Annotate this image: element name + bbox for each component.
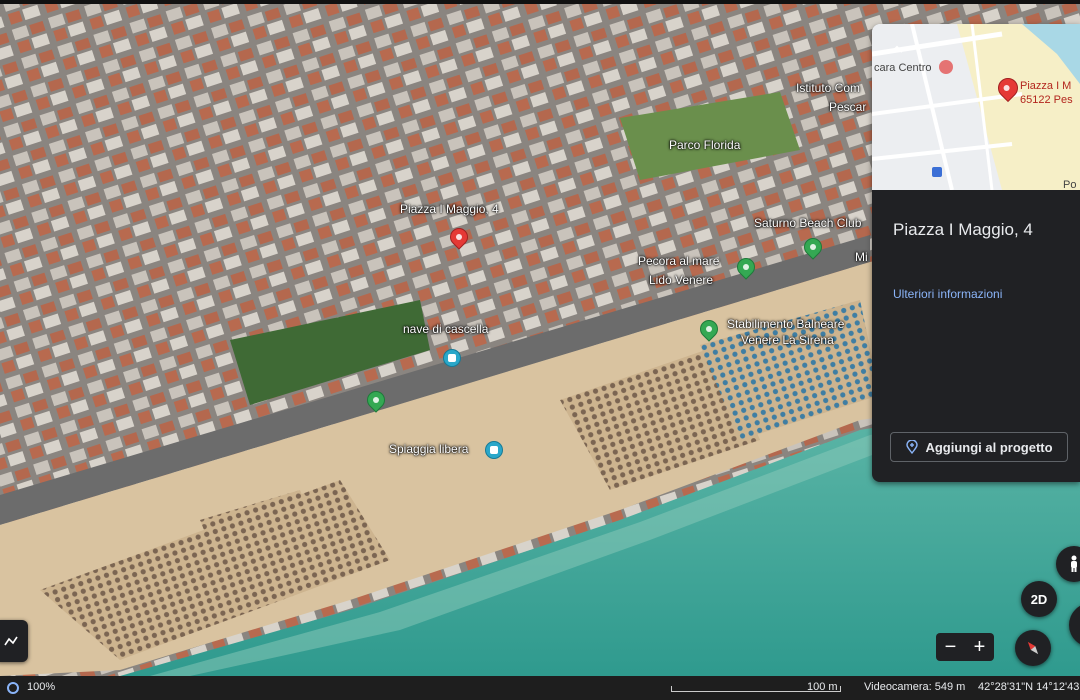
zoom-in-button[interactable]: + xyxy=(974,636,986,659)
loading-ring-icon xyxy=(7,682,19,694)
view-2d-button[interactable]: 2D xyxy=(1021,581,1057,617)
minimap-label-centro: cara Centro xyxy=(874,62,932,74)
loading-percent: 100% xyxy=(27,681,56,693)
more-info-link[interactable]: Ulteriori informazioni xyxy=(893,287,1002,301)
add-place-icon xyxy=(906,440,919,454)
scale-label: 100 m xyxy=(807,681,838,693)
label-piazza[interactable]: Piazza I Maggio, 4 xyxy=(400,202,499,216)
minimap-label-cap: 65122 Pes xyxy=(1020,94,1073,106)
monument-pin-icon[interactable] xyxy=(443,349,461,367)
info-panel: cara Centro Piazza I M 65122 Pes Po Piaz… xyxy=(872,24,1080,482)
add-to-project-button[interactable]: Aggiungi al progetto xyxy=(890,432,1068,462)
label-stabilimento[interactable]: Stabilimento Balneare xyxy=(727,317,844,331)
label-venere-sirena[interactable]: Venere La Sirena xyxy=(741,333,834,347)
place-title: Piazza I Maggio, 4 xyxy=(893,220,1033,239)
label-pecora[interactable]: Pecora al mare xyxy=(638,254,719,268)
minimap-label-po: Po xyxy=(1063,179,1077,190)
label-saturno[interactable]: Saturno Beach Club xyxy=(754,216,861,230)
label-lido-venere[interactable]: Lido Venere xyxy=(649,273,713,287)
add-to-project-label: Aggiungi al progetto xyxy=(925,439,1053,455)
compass-icon xyxy=(1027,641,1039,655)
label-mi: Mi xyxy=(855,250,868,264)
minimap-transit-icon xyxy=(939,60,953,74)
minimap[interactable]: cara Centro Piazza I M 65122 Pes Po xyxy=(872,24,1080,190)
compass-button[interactable] xyxy=(1015,630,1051,666)
coordinates: 42°28'31"N 14°12'43 xyxy=(978,681,1080,693)
label-pescara: Pescar xyxy=(829,100,867,114)
beach-pin-icon[interactable] xyxy=(485,441,503,459)
camera-altitude: Videocamera: 549 m xyxy=(864,681,966,693)
zoom-out-button[interactable]: − xyxy=(945,636,957,659)
minimap-label-piazza: Piazza I M xyxy=(1020,80,1072,92)
minimap-collapse-button[interactable] xyxy=(890,42,904,56)
label-nave[interactable]: nave di cascella xyxy=(403,322,488,336)
chevron-up-icon xyxy=(891,45,903,53)
label-spiaggia[interactable]: Spiaggia libera xyxy=(389,442,468,456)
measure-icon xyxy=(4,636,18,646)
label-istituto[interactable]: Istituto Com xyxy=(796,81,860,95)
zoom-control: − + xyxy=(936,633,994,661)
label-parco-florida[interactable]: Parco Florida xyxy=(669,138,740,152)
status-bar: 100% 100 m Videocamera: 549 m 42°28'31"N… xyxy=(0,676,1080,700)
measure-button[interactable] xyxy=(0,620,28,662)
person-icon xyxy=(1071,555,1077,572)
